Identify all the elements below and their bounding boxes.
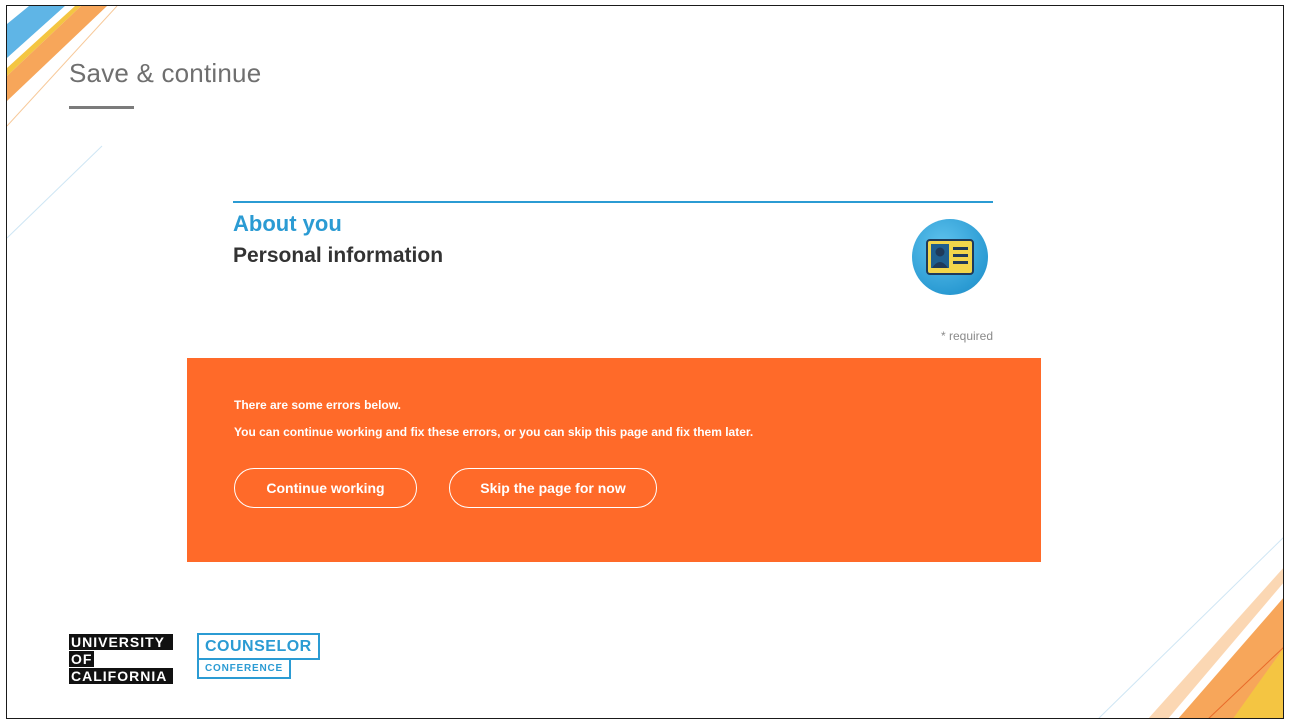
required-note: * required <box>940 329 993 343</box>
continue-working-button[interactable]: Continue working <box>234 468 417 508</box>
subsection-heading-personal-information: Personal information <box>233 244 444 267</box>
counselor-logo-sub: CONFERENCE <box>197 660 292 679</box>
uc-logo-line2: OF <box>69 651 95 667</box>
skip-page-button[interactable]: Skip the page for now <box>449 468 657 508</box>
counselor-conference-logo: COUNSELOR CONFERENCE <box>197 633 320 679</box>
section-heading-about-you: About you <box>233 211 342 236</box>
id-card-badge <box>912 219 988 295</box>
university-of-california-logo: UNIVERSITY OF CALIFORNIA <box>69 634 173 685</box>
id-card-icon <box>926 239 974 275</box>
title-underline <box>69 106 134 109</box>
counselor-logo-main: COUNSELOR <box>197 633 320 660</box>
error-message: You can continue working and fix these e… <box>234 425 754 439</box>
error-headline: There are some errors below. <box>234 398 401 412</box>
uc-logo-line3: CALIFORNIA <box>69 668 173 684</box>
slide: Save & continue About you Personal infor… <box>6 5 1284 719</box>
uc-logo-line1: UNIVERSITY <box>69 634 173 650</box>
error-panel: There are some errors below. You can con… <box>187 358 1041 562</box>
section-divider <box>233 201 993 203</box>
slide-title: Save & continue <box>69 58 262 88</box>
